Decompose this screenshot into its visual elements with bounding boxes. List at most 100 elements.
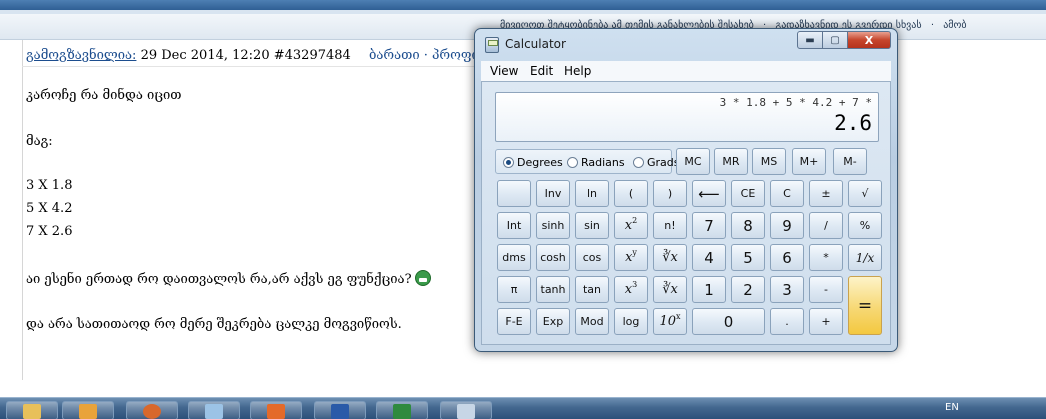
- decimal-point-button[interactable]: .: [770, 308, 804, 335]
- dms-button[interactable]: dms: [497, 244, 531, 271]
- app-icon: [267, 404, 285, 419]
- ce-button[interactable]: CE: [731, 180, 765, 207]
- document-icon: [205, 404, 223, 419]
- close-button[interactable]: X: [848, 31, 891, 49]
- x-squared-exponent: 2: [632, 216, 638, 225]
- x-cubed-button[interactable]: x3: [614, 276, 648, 303]
- ms-button[interactable]: MS: [752, 148, 786, 175]
- m-plus-button[interactable]: M+: [792, 148, 826, 175]
- taskbar: EN: [0, 397, 1046, 419]
- cube-root-button[interactable]: ∛x: [653, 276, 687, 303]
- digit-3-button[interactable]: 3: [770, 276, 804, 303]
- digit-4-button[interactable]: 4: [692, 244, 726, 271]
- maximize-button[interactable]: ▢: [823, 31, 848, 49]
- x-power-y-exponent: y: [632, 248, 637, 257]
- clear-button[interactable]: C: [770, 180, 804, 207]
- digit-9-button[interactable]: 9: [770, 212, 804, 239]
- radio-radians-label: Radians: [581, 156, 625, 169]
- inv-button[interactable]: Inv: [536, 180, 570, 207]
- x-power-y-button[interactable]: xy: [614, 244, 648, 271]
- word-icon: [331, 404, 349, 419]
- menu-edit[interactable]: Edit: [530, 64, 553, 78]
- taskbar-outlook[interactable]: [62, 401, 114, 419]
- cosh-button[interactable]: cosh: [536, 244, 570, 271]
- percent-button[interactable]: %: [848, 212, 882, 239]
- mr-button[interactable]: MR: [714, 148, 748, 175]
- calculator-icon: [457, 404, 475, 419]
- separator: ·: [930, 20, 934, 31]
- folder-icon: [23, 404, 41, 419]
- browser-header-strip: [0, 0, 1046, 10]
- post-line: 3 X 1.8: [26, 178, 73, 193]
- mc-button[interactable]: MC: [676, 148, 710, 175]
- radio-grads[interactable]: Grads: [633, 156, 680, 169]
- minimize-button[interactable]: ▬: [797, 31, 823, 49]
- sin-button[interactable]: sin: [575, 212, 609, 239]
- menu-help[interactable]: Help: [564, 64, 591, 78]
- equals-button[interactable]: =: [848, 276, 882, 335]
- mod-button[interactable]: Mod: [575, 308, 609, 335]
- radio-degrees[interactable]: Degrees: [503, 156, 563, 169]
- fe-button[interactable]: F-E: [497, 308, 531, 335]
- menu-view[interactable]: View: [490, 64, 518, 78]
- radio-radians[interactable]: Radians: [567, 156, 625, 169]
- ln-button[interactable]: ln: [575, 180, 609, 207]
- sqrt-button[interactable]: √: [848, 180, 882, 207]
- multiply-button[interactable]: *: [809, 244, 843, 271]
- exp-button[interactable]: Exp: [536, 308, 570, 335]
- language-indicator[interactable]: EN: [945, 402, 959, 413]
- digit-0-button[interactable]: 0: [692, 308, 765, 335]
- digit-2-button[interactable]: 2: [731, 276, 765, 303]
- open-paren-button[interactable]: (: [614, 180, 648, 207]
- post-id[interactable]: #43297484: [274, 48, 351, 63]
- taskbar-folder[interactable]: [6, 401, 58, 419]
- digit-1-button[interactable]: 1: [692, 276, 726, 303]
- digit-5-button[interactable]: 5: [731, 244, 765, 271]
- digit-6-button[interactable]: 6: [770, 244, 804, 271]
- digit-8-button[interactable]: 8: [731, 212, 765, 239]
- more-link[interactable]: ამობ: [943, 20, 966, 31]
- post-author-link[interactable]: გამოგზავნილია:: [26, 48, 136, 63]
- x-cubed-base: x: [624, 282, 633, 297]
- smiley-icon: [414, 270, 431, 286]
- reciprocal-button[interactable]: 1/x: [848, 244, 882, 271]
- window-controls: ▬ ▢ X: [797, 31, 891, 49]
- post-line: მაგ:: [26, 134, 53, 149]
- firefox-icon: [143, 404, 161, 419]
- radio-grads-label: Grads: [647, 156, 680, 169]
- post-question: აი ესენი ერთად რო დაითვალოს რა,არ აქვს ე…: [26, 270, 431, 287]
- add-button[interactable]: +: [809, 308, 843, 335]
- log-button[interactable]: log: [614, 308, 648, 335]
- y-root-x-button[interactable]: ∛x: [653, 244, 687, 271]
- post-header: გამოგზავნილია: 29 Dec 2014, 12:20 #43297…: [26, 48, 500, 63]
- post-divider: [22, 66, 482, 67]
- x-squared-button[interactable]: x2: [614, 212, 648, 239]
- subtract-button[interactable]: -: [809, 276, 843, 303]
- blank-button[interactable]: [497, 180, 531, 207]
- post-line: 7 X 2.6: [26, 224, 73, 239]
- close-paren-button[interactable]: ): [653, 180, 687, 207]
- sinh-button[interactable]: sinh: [536, 212, 570, 239]
- taskbar-firefox[interactable]: [126, 401, 178, 419]
- x-squared-base: x: [624, 218, 633, 233]
- cos-button[interactable]: cos: [575, 244, 609, 271]
- backspace-button[interactable]: ⟵: [692, 180, 726, 207]
- taskbar-calculator[interactable]: [440, 401, 492, 419]
- m-minus-button[interactable]: M-: [833, 148, 867, 175]
- taskbar-word[interactable]: [314, 401, 366, 419]
- factorial-button[interactable]: n!: [653, 212, 687, 239]
- taskbar-excel[interactable]: [376, 401, 428, 419]
- int-button[interactable]: Int: [497, 212, 531, 239]
- digit-7-button[interactable]: 7: [692, 212, 726, 239]
- pi-button[interactable]: π: [497, 276, 531, 303]
- taskbar-app[interactable]: [250, 401, 302, 419]
- taskbar-document[interactable]: [188, 401, 240, 419]
- outlook-icon: [79, 404, 97, 419]
- tan-button[interactable]: tan: [575, 276, 609, 303]
- excel-icon: [393, 404, 411, 419]
- plus-minus-button[interactable]: ±: [809, 180, 843, 207]
- x-cubed-exponent: 3: [632, 280, 638, 289]
- ten-power-x-button[interactable]: 10 x: [653, 308, 687, 335]
- divide-button[interactable]: /: [809, 212, 843, 239]
- tanh-button[interactable]: tanh: [536, 276, 570, 303]
